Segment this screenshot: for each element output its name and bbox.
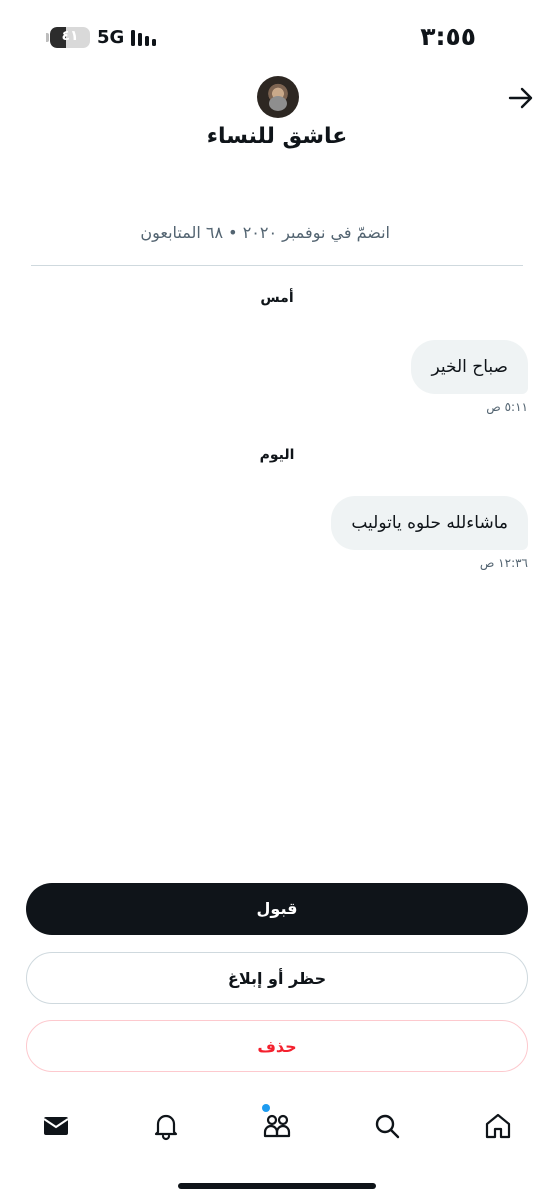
network-type: 5G — [97, 27, 125, 48]
delete-button[interactable]: حذف — [26, 1020, 528, 1072]
accept-button[interactable]: قبول — [26, 883, 528, 935]
battery-level: ٤١ — [61, 28, 79, 44]
avatar[interactable] — [257, 76, 299, 118]
nav-communities[interactable] — [257, 1106, 297, 1146]
status-bar: ٤١ 5G ٣:٥٥ — [0, 0, 554, 70]
bottom-nav — [0, 1092, 554, 1160]
home-indicator[interactable] — [178, 1183, 376, 1189]
notification-dot — [262, 1104, 270, 1112]
message-time: ١٢:٣٦ ص — [479, 556, 528, 570]
bell-icon — [154, 1114, 178, 1141]
nav-messages[interactable] — [36, 1106, 76, 1146]
battery-icon: ٤١ — [50, 27, 90, 48]
message-bubble[interactable]: ماشاءلله حلوه ياتوليب — [331, 496, 528, 550]
status-time: ٣:٥٥ — [420, 22, 476, 51]
mail-icon — [43, 1117, 69, 1135]
message-bubble[interactable]: صباح الخير — [411, 340, 528, 394]
nav-notifications[interactable] — [146, 1106, 186, 1146]
signal-icon — [131, 30, 156, 46]
home-icon — [485, 1113, 511, 1139]
search-icon — [375, 1114, 400, 1139]
nav-search[interactable] — [367, 1106, 407, 1146]
divider — [31, 265, 523, 266]
message-time: ٥:١١ ص — [486, 400, 528, 414]
block-report-button[interactable]: حظر أو إبلاغ — [26, 952, 528, 1004]
battery-cap — [46, 33, 49, 42]
profile-name[interactable]: عاشق للنساء — [0, 124, 554, 149]
arrow-right-icon[interactable] — [506, 83, 536, 113]
date-label-yesterday: أمس — [260, 290, 294, 306]
nav-home[interactable] — [478, 1106, 518, 1146]
people-icon — [263, 1114, 291, 1138]
date-label-today: اليوم — [259, 447, 295, 463]
profile-meta: انضمّ في نوفمبر ٢٠٢٠ • ٦٨ المتابعون — [140, 223, 390, 242]
